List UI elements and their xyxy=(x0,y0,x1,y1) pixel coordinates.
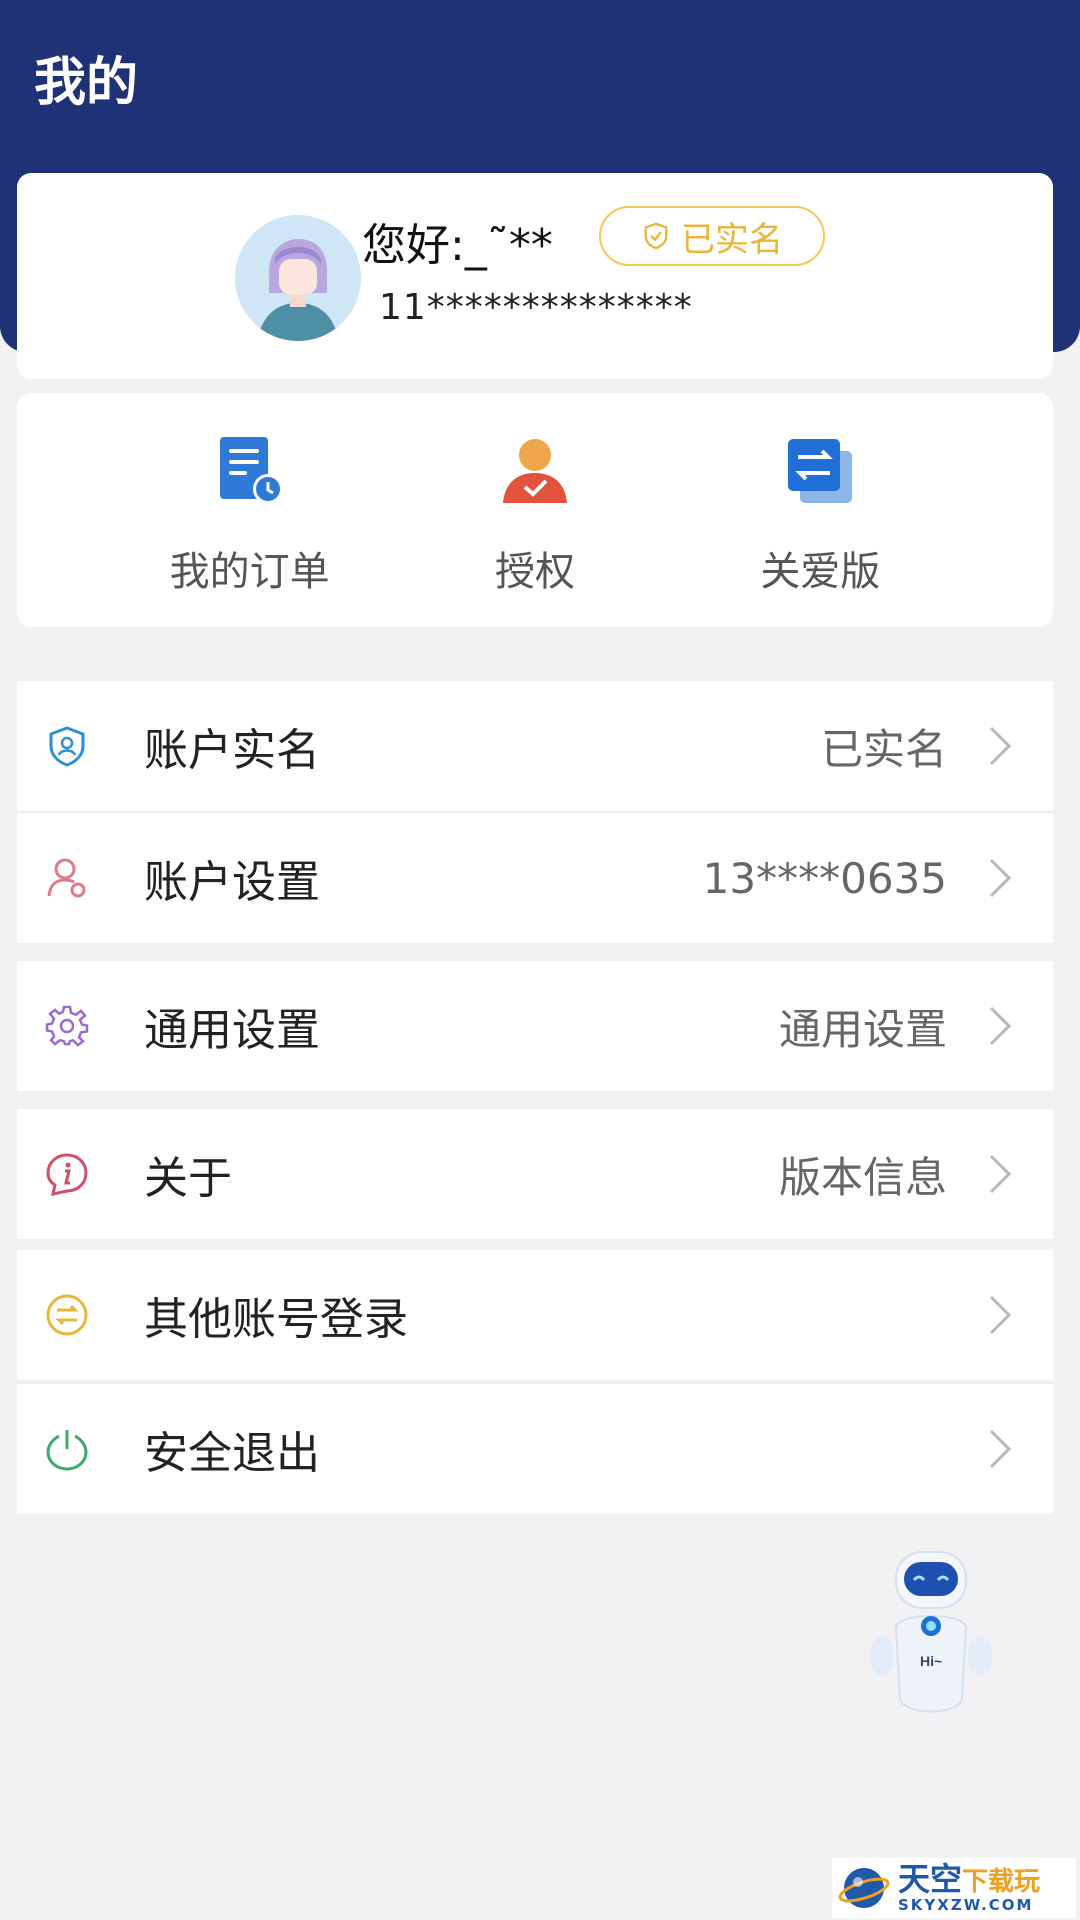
watermark-domain: SKYXZW.COM xyxy=(898,1896,1034,1914)
menu-row-account-verification[interactable]: 账户实名 已实名 xyxy=(17,681,1053,811)
menu-row-switch-account[interactable]: 其他账号登录 xyxy=(17,1250,1053,1380)
menu-row-label: 账户设置 xyxy=(144,857,320,908)
power-icon xyxy=(46,1430,88,1471)
menu-row-about[interactable]: 关于 版本信息 xyxy=(17,1109,1053,1239)
authorize-user-icon xyxy=(502,439,567,503)
robot-icon: Hi~ xyxy=(870,1551,992,1713)
chevron-right-icon xyxy=(989,726,1012,766)
my-orders-button[interactable]: 我的订单 xyxy=(130,393,370,627)
watermark-brand: 天空 xyxy=(898,1860,963,1898)
switch-version-icon xyxy=(788,439,853,503)
menu-row-value: 13****0635 xyxy=(702,853,947,903)
order-icon xyxy=(219,437,283,504)
avatar-icon xyxy=(235,215,361,341)
menu-row-value: 已实名 xyxy=(820,724,947,774)
info-icon xyxy=(46,1153,88,1196)
switch-account-icon xyxy=(46,1294,88,1336)
planet-logo-icon xyxy=(838,1868,890,1908)
verified-badge-label: 已实名 xyxy=(681,219,783,260)
greeting-text: 您好:_˜** xyxy=(362,220,553,271)
chevron-right-icon xyxy=(989,1429,1012,1469)
user-settings-icon xyxy=(47,858,86,898)
menu-row-logout[interactable]: 安全退出 xyxy=(17,1384,1053,1514)
menu-row-value: 版本信息 xyxy=(778,1152,947,1202)
quick-actions: 我的订单 授权 关爱版 xyxy=(17,393,1053,627)
chevron-right-icon xyxy=(989,1295,1012,1335)
avatar[interactable] xyxy=(235,215,361,341)
care-version-button[interactable]: 关爱版 xyxy=(700,393,940,627)
verified-badge: 已实名 xyxy=(599,206,825,266)
shield-user-icon xyxy=(49,726,85,767)
menu-row-value: 通用设置 xyxy=(778,1004,947,1054)
chevron-right-icon xyxy=(989,858,1012,898)
robot-bubble-text: Hi~ xyxy=(920,1653,942,1669)
chevron-right-icon xyxy=(989,1154,1012,1194)
assistant-robot-button[interactable]: Hi~ xyxy=(862,1548,1000,1722)
menu-row-label: 通用设置 xyxy=(144,1005,320,1056)
watermark-logo: 天空下载玩 SKYXZW.COM xyxy=(832,1858,1076,1918)
chevron-right-icon xyxy=(989,1006,1012,1046)
quick-action-label: 关爱版 xyxy=(760,549,881,595)
profile-card[interactable]: 您好:_˜** 已实名 11************** xyxy=(17,173,1053,379)
page-title: 我的 xyxy=(34,53,139,113)
quick-action-label: 授权 xyxy=(494,549,575,595)
watermark-brand-accent: 下载玩 xyxy=(962,1867,1041,1897)
menu-row-general-settings[interactable]: 通用设置 通用设置 xyxy=(17,961,1053,1091)
quick-action-label: 我的订单 xyxy=(169,549,330,595)
menu-row-label: 其他账号登录 xyxy=(144,1294,408,1345)
authorize-button[interactable]: 授权 xyxy=(415,393,655,627)
menu-row-label: 账户实名 xyxy=(144,725,320,776)
menu-row-label: 安全退出 xyxy=(144,1428,320,1479)
gear-icon xyxy=(45,1005,89,1047)
shield-check-icon xyxy=(644,222,668,250)
menu-row-label: 关于 xyxy=(144,1153,232,1204)
masked-phone: 11************** xyxy=(379,287,693,328)
menu-row-account-settings[interactable]: 账户设置 13****0635 xyxy=(17,813,1053,943)
